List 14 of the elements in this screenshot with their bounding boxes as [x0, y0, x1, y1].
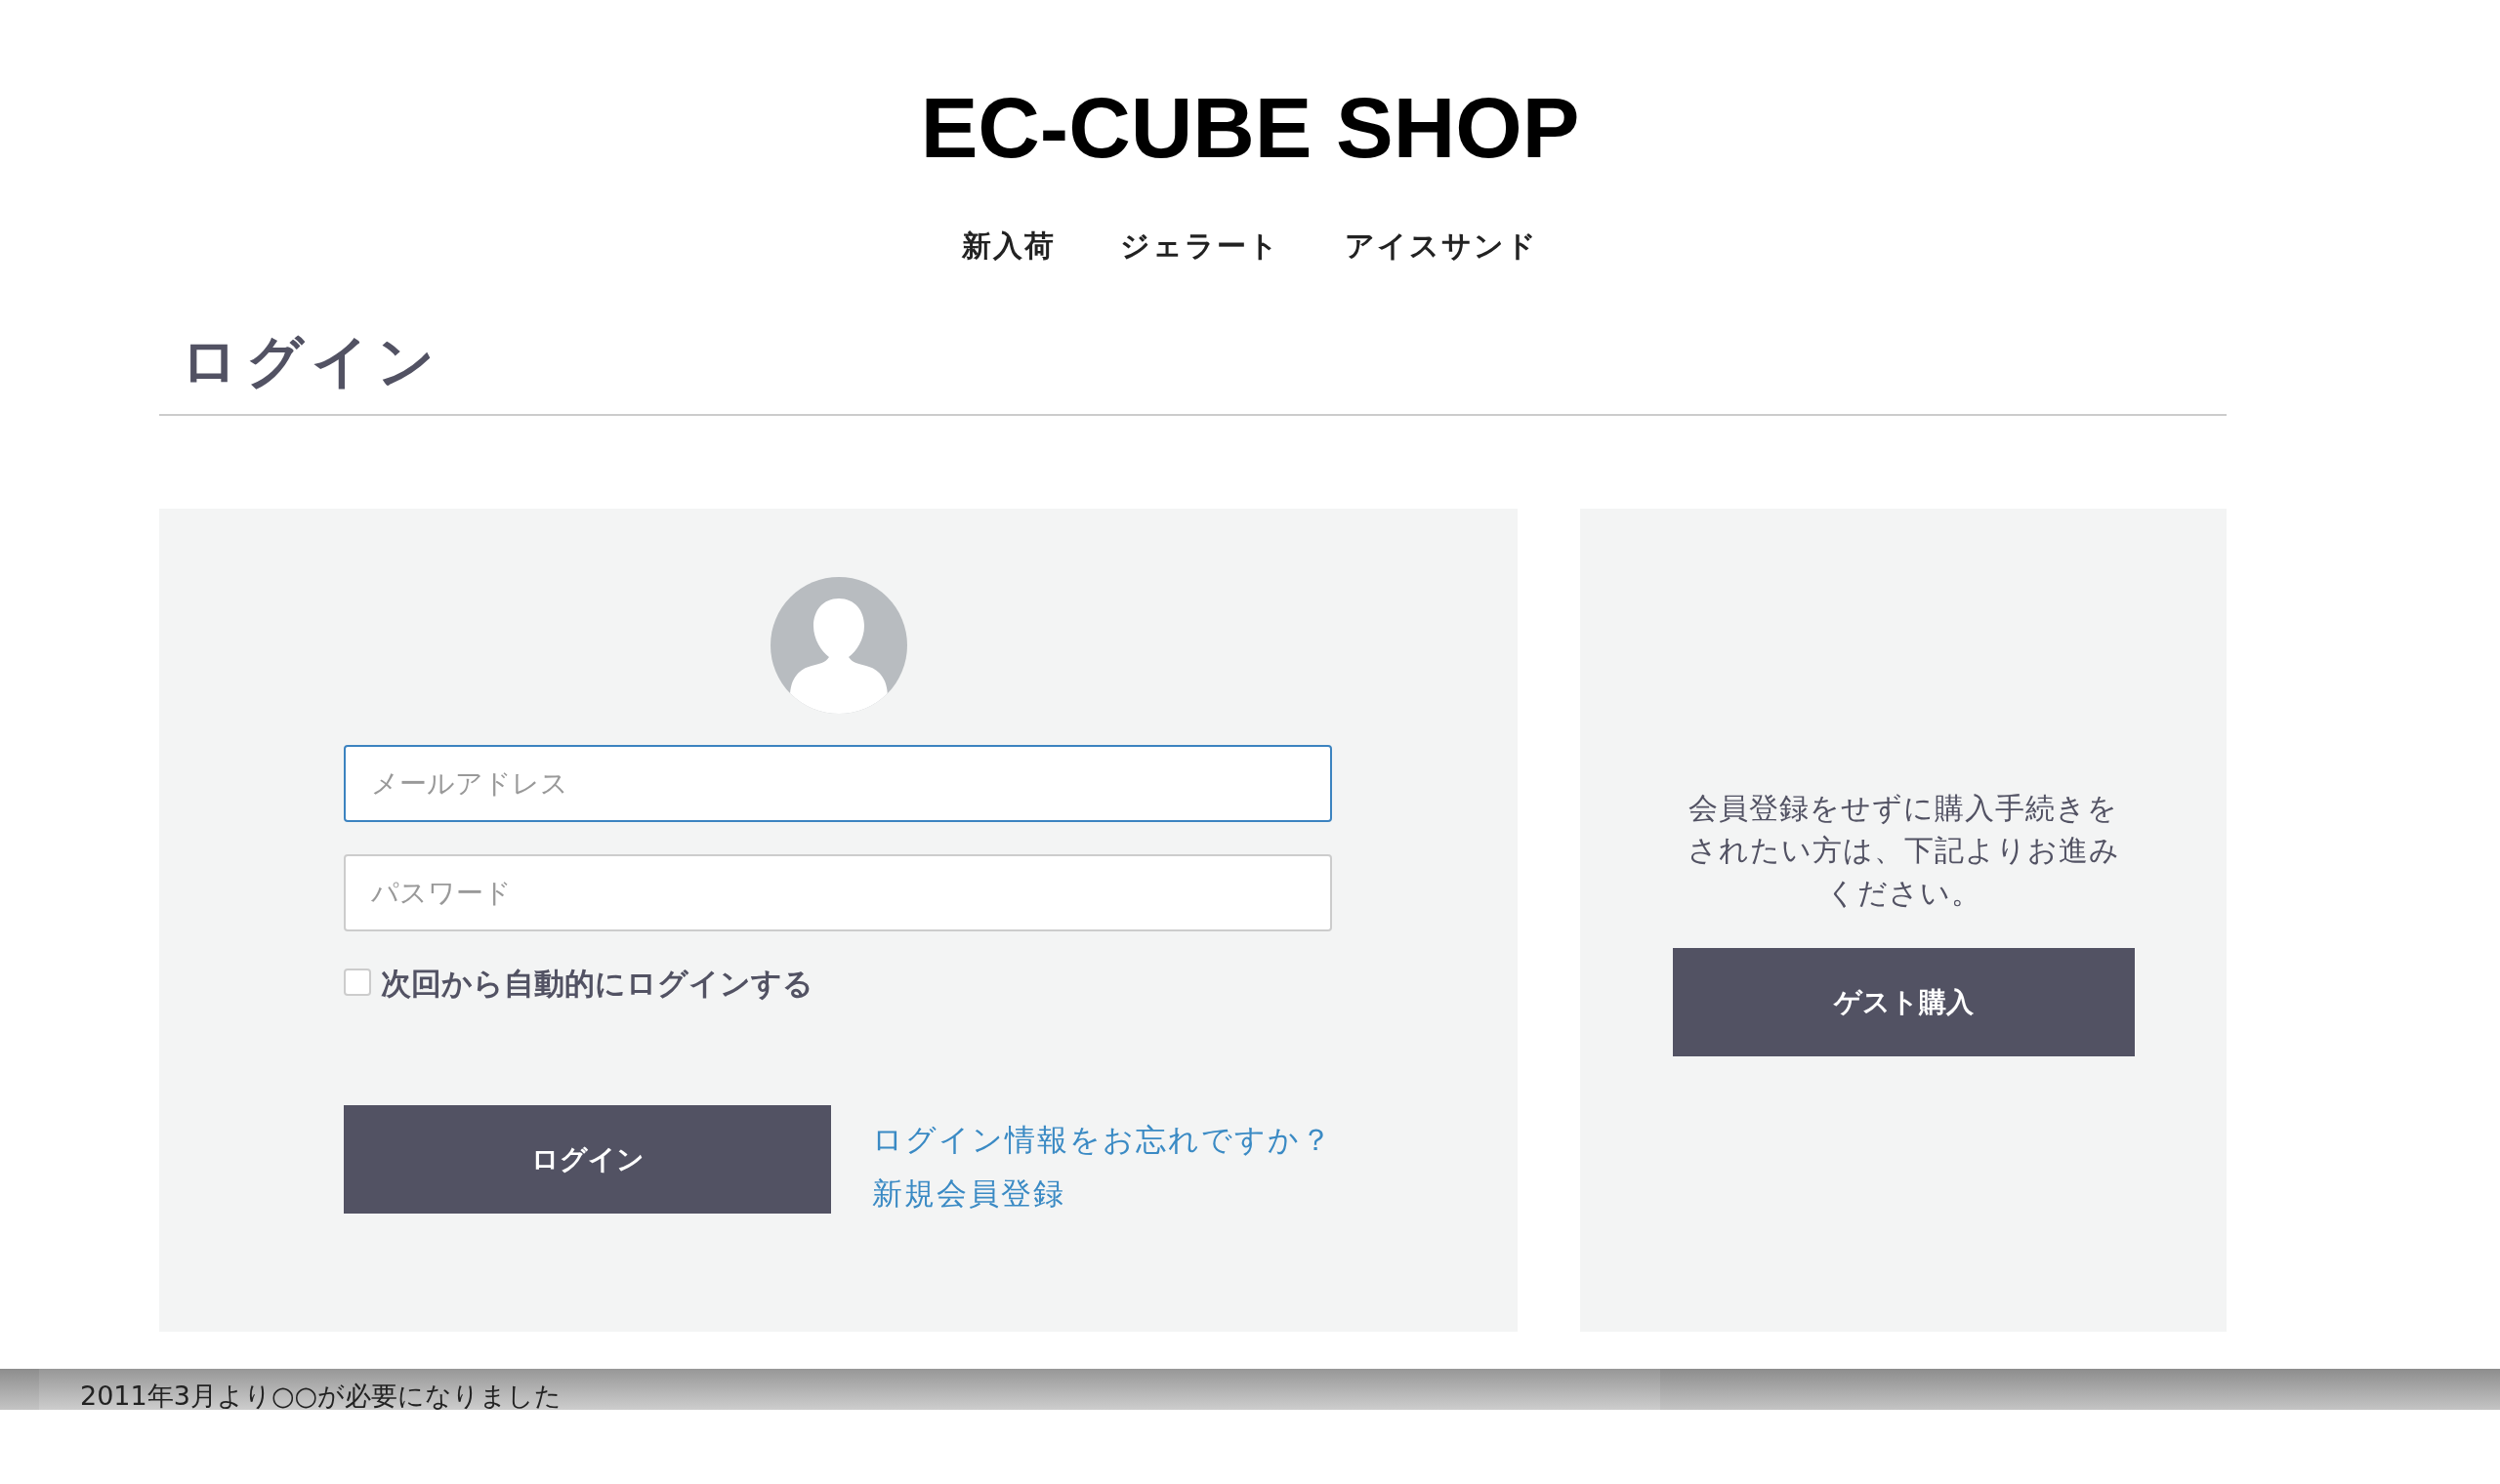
- login-button[interactable]: ログイン: [344, 1105, 831, 1215]
- checkbox-label[interactable]: 次回から自動的にログインする: [381, 961, 813, 1007]
- shop-title: EC-CUBE SHOP: [920, 78, 1580, 174]
- guest-purchase-button[interactable]: ゲスト購入: [1672, 948, 2135, 1057]
- nav-link[interactable]: アイスサンド: [1345, 224, 1538, 268]
- page-title: ログイン: [181, 328, 442, 395]
- checkbox[interactable]: [344, 969, 371, 996]
- notice-text: 2011年3月より○○が必要になりました: [79, 1380, 562, 1409]
- nav-link[interactable]: ジェラート: [1120, 224, 1280, 268]
- guest-message: 会員登録をせずに購入手続きをされたい方は、下記よりお進みください。: [1686, 790, 2121, 912]
- password-field[interactable]: パスワード: [344, 854, 1332, 931]
- avatar-icon: [770, 577, 907, 714]
- email-field[interactable]: メールアドレス: [344, 745, 1332, 822]
- nav-link[interactable]: 新入荷: [962, 224, 1056, 268]
